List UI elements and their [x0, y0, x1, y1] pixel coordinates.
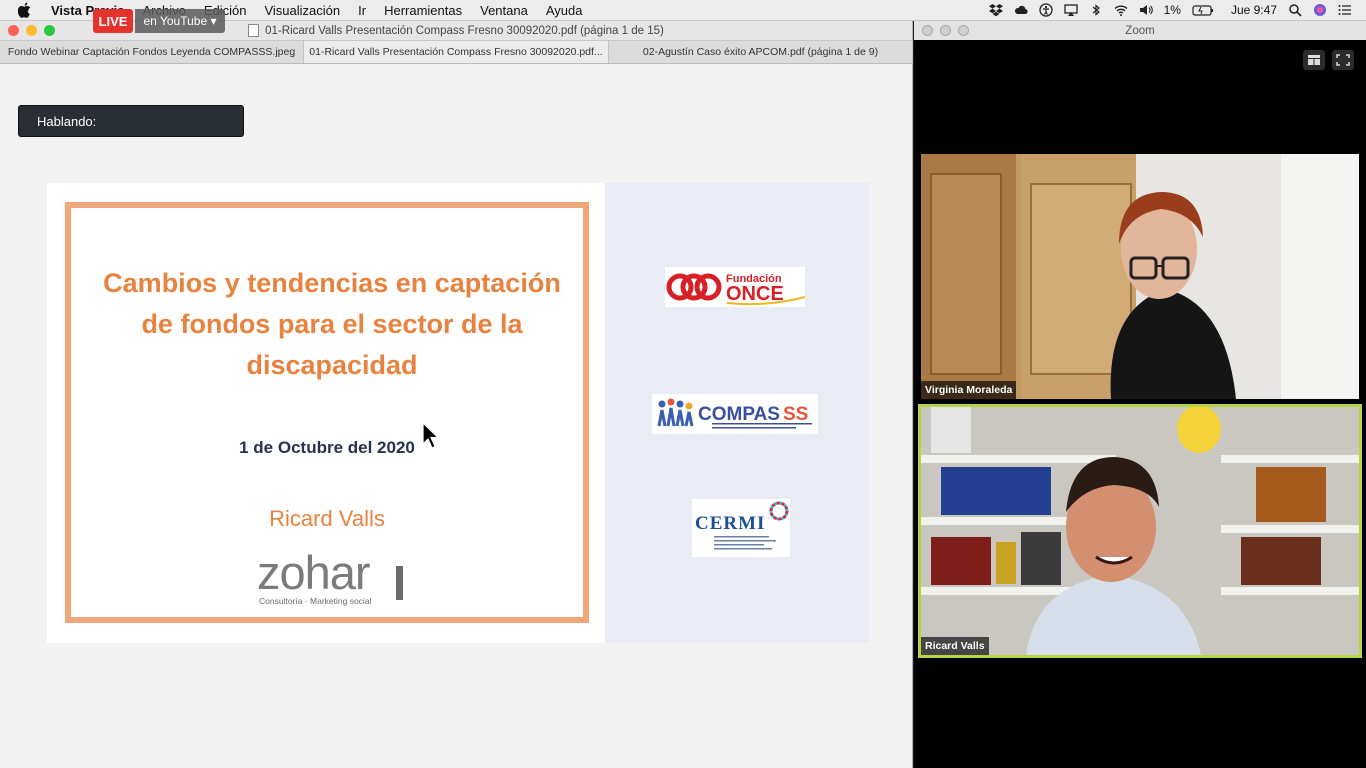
speaking-indicator: Hablando: [18, 105, 244, 137]
zoom-fullscreen-button[interactable] [958, 25, 969, 36]
menu-ayuda[interactable]: Ayuda [537, 3, 592, 18]
slide-title: Cambios y tendencias en captación de fon… [103, 268, 561, 380]
svg-text:SS: SS [783, 404, 808, 425]
pdf-slide: Cambios y tendencias en captación de fon… [47, 183, 870, 643]
zoom-minimize-button[interactable] [940, 25, 951, 36]
clock[interactable]: Jue 9:47 [1231, 3, 1277, 17]
window-controls [8, 25, 55, 36]
zoom-titlebar[interactable]: Zoom [914, 21, 1366, 40]
participant-name-ricard: Ricard Valls [921, 637, 989, 655]
accessibility-icon[interactable] [1038, 3, 1053, 17]
fullscreen-button[interactable] [1332, 50, 1354, 70]
spotlight-search-icon[interactable] [1288, 3, 1302, 17]
zoom-window-controls [922, 25, 969, 36]
participant-video-virginia[interactable]: Virginia Moraleda [921, 154, 1359, 399]
cloud-icon[interactable] [1014, 3, 1028, 17]
slide-author: Ricard Valls [269, 506, 385, 531]
volume-icon[interactable] [1139, 3, 1153, 17]
siri-icon[interactable] [1313, 3, 1327, 17]
mouse-pointer-icon [422, 422, 440, 449]
menu-herramientas[interactable]: Herramientas [375, 3, 471, 18]
zohar-logo: zohar Consultoría · Marketing social [257, 548, 407, 608]
fullscreen-window-button[interactable] [44, 25, 55, 36]
menu-ventana[interactable]: Ventana [471, 3, 537, 18]
preview-window-title: 01-Ricard Valls Presentación Compass Fre… [265, 24, 664, 37]
zoom-window: Zoom Virginia Moraleda Ricard Valls [914, 21, 1366, 768]
pdf-document-icon [248, 24, 260, 37]
tab-fondo-webinar[interactable]: Fondo Webinar Captación Fondos Leyenda C… [0, 41, 304, 63]
battery-icon[interactable] [1192, 3, 1214, 17]
youtube-stream-dropdown[interactable]: en YouTube ▾ [135, 9, 225, 33]
preview-titlebar[interactable]: 01-Ricard Valls Presentación Compass Fre… [0, 9, 912, 40]
preview-window: 01-Ricard Valls Presentación Compass Fre… [0, 9, 913, 768]
participant-video-feed [921, 407, 1359, 655]
slide-date: 1 de Octubre del 2020 [239, 438, 415, 457]
participant-name-virginia: Virginia Moraleda [921, 381, 1017, 399]
wifi-icon[interactable] [1114, 3, 1128, 17]
participant-video-ricard[interactable]: Ricard Valls [918, 404, 1362, 658]
fullscreen-icon [1336, 54, 1350, 66]
tab-agustin-apcom-pdf[interactable]: 02-Agustín Caso éxito APCOM.pdf (página … [609, 41, 913, 63]
menu-ir[interactable]: Ir [349, 3, 375, 18]
gallery-view-icon [1308, 55, 1320, 65]
menu-visualizacion[interactable]: Visualización [255, 3, 349, 18]
cermi-logo: CERMI [692, 499, 790, 557]
fundacion-once-logo: Fundación ONCE [665, 267, 806, 307]
zoom-close-button[interactable] [922, 25, 933, 36]
gallery-view-button[interactable] [1303, 50, 1325, 70]
zoom-window-title: Zoom [1125, 24, 1155, 37]
airplay-icon[interactable] [1063, 3, 1078, 17]
tab-ricard-valls-pdf[interactable]: 01-Ricard Valls Presentación Compass Fre… [304, 41, 609, 63]
status-area: 1% Jue 9:47 [988, 0, 1352, 20]
svg-text:COMPAS: COMPAS [698, 404, 780, 425]
participant-video-feed [921, 154, 1359, 399]
slide-logos-panel: Fundación ONCE COMPAS SS CERMI [605, 183, 870, 643]
zohar-logo-word: zohar [257, 546, 371, 599]
zohar-logo-tagline: Consultoría · Marketing social [259, 596, 372, 606]
zohar-logo-bar [396, 566, 403, 600]
svg-text:CERMI: CERMI [695, 513, 765, 534]
notification-center-icon[interactable] [1338, 3, 1352, 17]
minimize-window-button[interactable] [26, 25, 37, 36]
compasss-logo: COMPAS SS [652, 394, 818, 434]
apple-menu-icon[interactable] [18, 2, 32, 18]
slide-main-panel: Cambios y tendencias en captación de fon… [47, 183, 605, 643]
close-window-button[interactable] [8, 25, 19, 36]
slide-frame: Cambios y tendencias en captación de fon… [65, 202, 589, 623]
bluetooth-icon[interactable] [1089, 3, 1103, 17]
live-badge[interactable]: LIVE [93, 9, 133, 33]
battery-percent: 1% [1163, 3, 1181, 17]
document-tabs: Fondo Webinar Captación Fondos Leyenda C… [0, 40, 913, 64]
dropbox-icon[interactable] [988, 3, 1003, 17]
